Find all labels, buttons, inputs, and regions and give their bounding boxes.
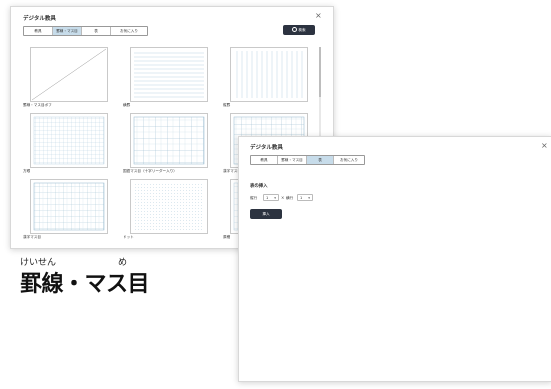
cols-select[interactable]: 1 ▾ — [297, 194, 313, 201]
template-label: 縦罫 — [223, 103, 231, 107]
chevron-down-icon: ▾ — [308, 196, 310, 200]
rows-label: 縦行 — [250, 196, 258, 200]
search-button[interactable]: 検索 — [283, 25, 315, 35]
tab-table[interactable]: 表 — [82, 27, 111, 35]
template-thumbnail[interactable] — [30, 47, 108, 102]
template-label: 原稿 — [223, 235, 231, 239]
small-grid-preview — [33, 116, 105, 165]
tab-favorites[interactable]: お気に入り — [334, 156, 364, 164]
horizontal-lines-preview — [134, 52, 204, 98]
table-insert-dialog: デジタル教具 × 教具 罫線・マス目 表 お気に入り 表の挿入 縦行 1 ▾ × … — [238, 136, 551, 382]
rows-value: 1 — [266, 196, 269, 200]
cross-grid-preview — [133, 116, 205, 165]
dialog-title: デジタル教具 — [23, 16, 56, 22]
cols-value: 1 — [300, 196, 303, 200]
tab-tools[interactable]: 教具 — [251, 156, 278, 164]
dot-grid-preview — [134, 183, 204, 230]
diagonal-line-preview — [31, 48, 107, 101]
tab-grid-lines[interactable]: 罫線・マス目 — [53, 27, 82, 35]
template-thumbnail[interactable] — [130, 179, 208, 234]
template-label: 横罫 — [123, 103, 131, 107]
template-thumbnail[interactable] — [30, 113, 108, 168]
template-thumbnail[interactable] — [130, 113, 208, 168]
template-label: 国語マス目（十字リーダー入り） — [123, 169, 177, 173]
tab-favorites[interactable]: お気に入り — [111, 27, 147, 35]
search-button-label: 検索 — [298, 28, 306, 32]
vertical-lines-preview — [236, 51, 303, 98]
close-icon[interactable]: × — [315, 12, 322, 20]
template-thumbnail[interactable] — [230, 47, 308, 102]
dialog-tabs: 教具 罫線・マス目 表 お気に入り — [23, 26, 148, 36]
insert-button[interactable]: 挿入 — [250, 209, 282, 219]
chevron-down-icon: ▾ — [274, 196, 276, 200]
template-thumbnail[interactable] — [30, 179, 108, 234]
dialog-tabs: 教具 罫線・マス目 表 お気に入り — [250, 155, 365, 165]
template-label: 方眼 — [23, 169, 31, 173]
vertical-columns-preview — [33, 182, 105, 231]
dialog-title: デジタル教具 — [250, 145, 283, 151]
caption-title: 罫線・マス目 — [20, 272, 150, 297]
rows-select[interactable]: 1 ▾ — [263, 194, 279, 201]
tab-grid-lines[interactable]: 罫線・マス目 — [278, 156, 307, 164]
times-sign: × — [281, 195, 285, 200]
scrollbar-thumb[interactable] — [319, 47, 321, 97]
tab-tools[interactable]: 教具 — [24, 27, 53, 35]
template-label: 漢字マス目 — [23, 235, 41, 239]
cols-label: 横行 — [286, 196, 294, 200]
section-title: 表の挿入 — [250, 184, 268, 189]
template-label: 罫線・マス目ボフ — [23, 103, 52, 107]
search-icon — [292, 27, 298, 32]
template-label: ドット — [123, 235, 134, 239]
template-thumbnail[interactable] — [130, 47, 208, 102]
tab-table[interactable]: 表 — [307, 156, 334, 164]
close-icon[interactable]: × — [541, 142, 548, 150]
